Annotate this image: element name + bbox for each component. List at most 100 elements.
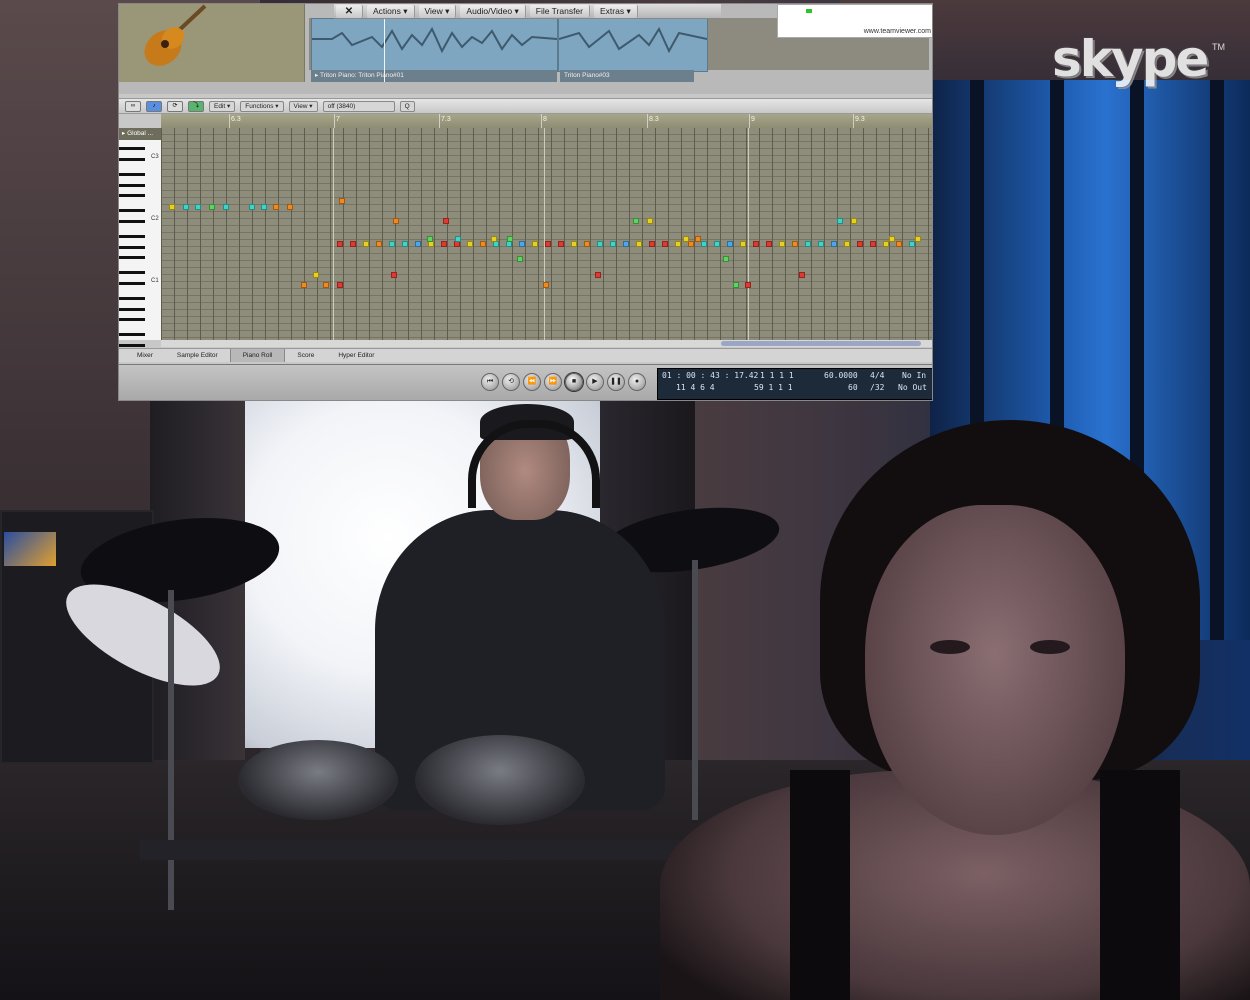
midi-note[interactable] <box>649 241 655 247</box>
midi-note[interactable] <box>402 241 408 247</box>
midi-note[interactable] <box>376 241 382 247</box>
midi-out-icon[interactable]: ♪ <box>146 100 162 112</box>
black-key[interactable] <box>119 271 145 275</box>
file-transfer-button[interactable]: File Transfer <box>529 5 590 17</box>
midi-note[interactable] <box>543 282 549 288</box>
black-key[interactable] <box>119 281 145 285</box>
midi-note[interactable] <box>339 198 345 204</box>
midi-note[interactable] <box>662 241 668 247</box>
scroll-thumb[interactable] <box>721 341 921 346</box>
midi-note[interactable] <box>169 204 175 210</box>
midi-note[interactable] <box>507 236 513 242</box>
midi-note[interactable] <box>675 241 681 247</box>
midi-note[interactable] <box>831 241 837 247</box>
midi-note[interactable] <box>740 241 746 247</box>
midi-note[interactable] <box>623 241 629 247</box>
midi-note[interactable] <box>391 272 397 278</box>
midi-note[interactable] <box>223 204 229 210</box>
global-tracks-toggle[interactable]: ▸ Global ... <box>119 128 164 140</box>
audio-video-menu[interactable]: Audio/Video ▾ <box>460 4 526 18</box>
midi-note[interactable] <box>491 236 497 242</box>
playhead[interactable] <box>384 18 385 82</box>
bar-ruler[interactable]: 6.3 7 7.3 8 8.3 9 9.3 <box>161 114 932 129</box>
midi-note[interactable] <box>766 241 772 247</box>
functions-menu[interactable]: Functions ▾ <box>240 100 284 112</box>
midi-note[interactable] <box>870 241 876 247</box>
midi-note[interactable] <box>595 272 601 278</box>
midi-note[interactable] <box>745 282 751 288</box>
midi-note[interactable] <box>683 236 689 242</box>
view-menu[interactable]: View ▾ <box>418 4 457 18</box>
midi-note[interactable] <box>427 236 433 242</box>
actions-menu[interactable]: Actions ▾ <box>367 4 415 18</box>
midi-note[interactable] <box>636 241 642 247</box>
black-key[interactable] <box>119 297 145 301</box>
black-key[interactable] <box>119 235 145 239</box>
black-key[interactable] <box>119 343 145 347</box>
midi-note[interactable] <box>441 241 447 247</box>
midi-note[interactable] <box>584 241 590 247</box>
midi-note[interactable] <box>183 204 189 210</box>
midi-note[interactable] <box>301 282 307 288</box>
midi-note[interactable] <box>889 236 895 242</box>
midi-note[interactable] <box>647 218 653 224</box>
tab-piano-roll[interactable]: Piano Roll <box>229 349 286 362</box>
audio-region[interactable] <box>311 18 558 72</box>
midi-note[interactable] <box>323 282 329 288</box>
midi-note[interactable] <box>799 272 805 278</box>
midi-note[interactable] <box>389 241 395 247</box>
black-key[interactable] <box>119 209 145 213</box>
midi-note[interactable] <box>337 241 343 247</box>
midi-note[interactable] <box>695 236 701 242</box>
midi-note[interactable] <box>857 241 863 247</box>
audio-region[interactable] <box>558 18 708 72</box>
play-button[interactable]: ▶ <box>586 373 604 391</box>
midi-note[interactable] <box>733 282 739 288</box>
midi-note[interactable] <box>273 204 279 210</box>
stop-button[interactable]: ■ <box>565 373 583 391</box>
black-key[interactable] <box>119 147 145 151</box>
record-button[interactable]: ● <box>628 373 646 391</box>
midi-note[interactable] <box>209 204 215 210</box>
midi-note[interactable] <box>287 204 293 210</box>
midi-note[interactable] <box>779 241 785 247</box>
tab-sample-editor[interactable]: Sample Editor <box>165 349 230 362</box>
region-name[interactable]: ▸ Triton Piano: Triton Piano#01 <box>311 70 557 82</box>
midi-note[interactable] <box>753 241 759 247</box>
midi-note[interactable] <box>558 241 564 247</box>
midi-note[interactable] <box>517 256 523 262</box>
midi-note[interactable] <box>532 241 538 247</box>
go-to-start-button[interactable]: ⏮ <box>481 373 499 391</box>
black-key[interactable] <box>119 183 145 187</box>
midi-note[interactable] <box>727 241 733 247</box>
midi-in-icon[interactable]: ⤵ <box>188 100 204 112</box>
midi-note[interactable] <box>350 241 356 247</box>
cycle-button[interactable]: ⟲ <box>502 373 520 391</box>
midi-note[interactable] <box>393 218 399 224</box>
black-key[interactable] <box>119 245 145 249</box>
tab-score[interactable]: Score <box>285 349 326 362</box>
midi-note[interactable] <box>714 241 720 247</box>
black-key[interactable] <box>119 173 145 177</box>
midi-note[interactable] <box>415 241 421 247</box>
midi-note[interactable] <box>837 218 843 224</box>
fast-forward-button[interactable]: ⏩ <box>544 373 562 391</box>
pause-button[interactable]: ❚❚ <box>607 373 625 391</box>
extras-menu[interactable]: Extras ▾ <box>594 4 638 18</box>
midi-note[interactable] <box>915 236 921 242</box>
midi-note[interactable] <box>545 241 551 247</box>
black-key[interactable] <box>119 256 145 259</box>
black-key[interactable] <box>119 333 145 337</box>
midi-note[interactable] <box>261 204 267 210</box>
midi-note[interactable] <box>571 241 577 247</box>
midi-note[interactable] <box>249 204 255 210</box>
tab-hyper-editor[interactable]: Hyper Editor <box>326 349 386 362</box>
region-name[interactable]: Triton Piano#03 <box>560 70 694 82</box>
midi-note[interactable] <box>896 241 902 247</box>
midi-note[interactable] <box>597 241 603 247</box>
view-menu[interactable]: View ▾ <box>288 100 318 112</box>
tab-mixer[interactable]: Mixer <box>125 349 165 362</box>
black-key[interactable] <box>119 318 145 321</box>
quantize-select[interactable]: off (3840) <box>322 100 395 112</box>
close-button[interactable]: ✕ <box>336 4 363 18</box>
